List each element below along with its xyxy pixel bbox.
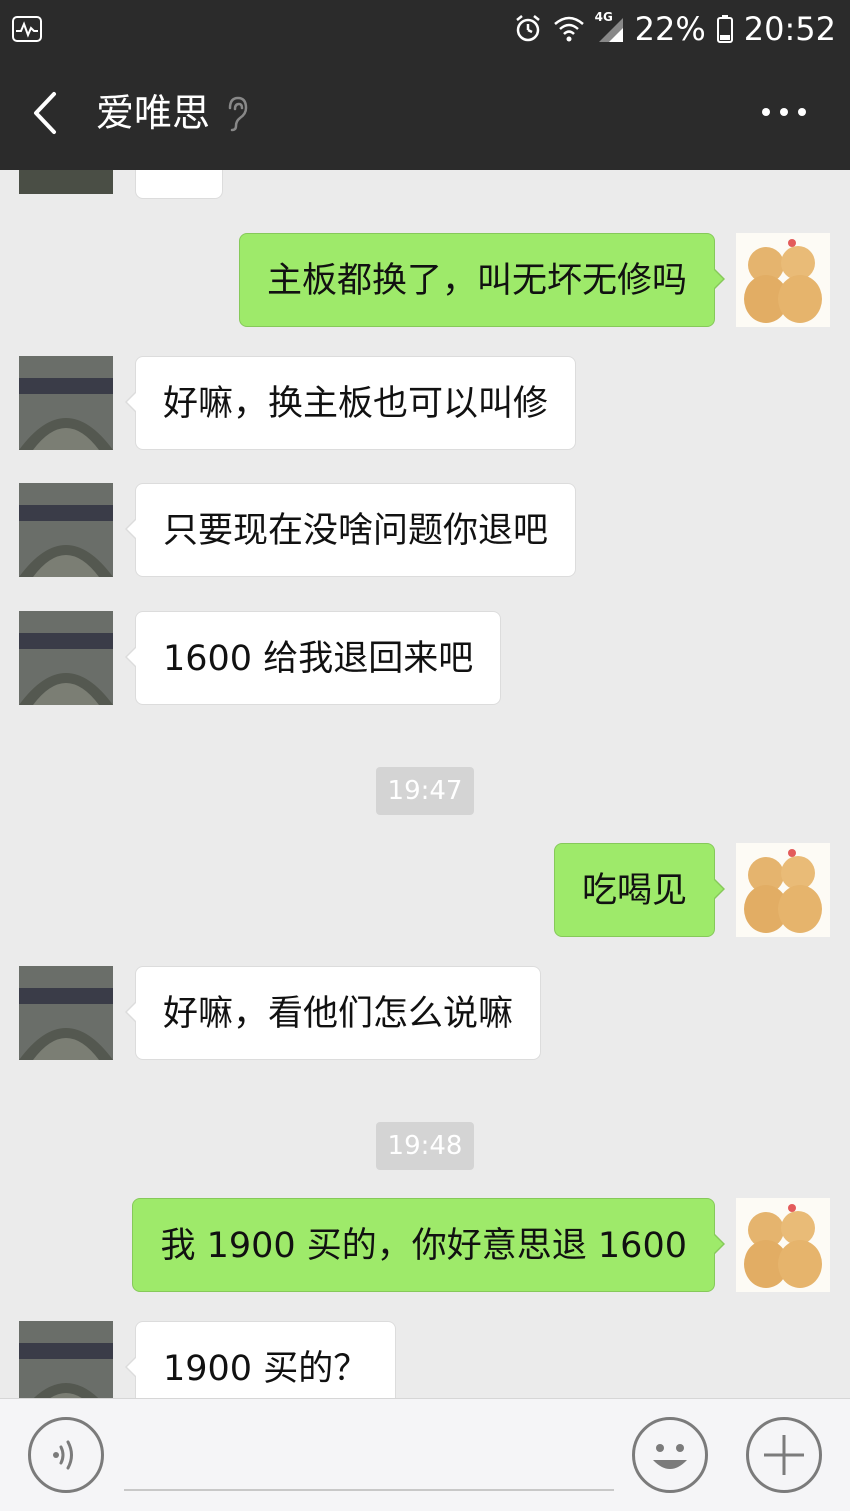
contact-avatar[interactable] (19, 170, 113, 194)
chevron-left-icon[interactable] (26, 88, 66, 138)
message-bubble-outgoing[interactable]: 主板都换了，叫无坏无修吗 (238, 233, 726, 327)
message-row (0, 170, 850, 200)
cell-signal-icon: 4G (595, 10, 625, 44)
activity-monitor-icon (12, 16, 42, 42)
battery-icon (716, 14, 734, 44)
plus-icon[interactable] (746, 1417, 822, 1493)
more-horizontal-icon[interactable] (762, 108, 806, 120)
status-bar: 4G 22% 20:52 (0, 0, 850, 58)
message-input-bar (0, 1398, 850, 1511)
my-avatar[interactable] (736, 843, 830, 937)
message-bubble-outgoing[interactable]: 吃喝见 (553, 843, 726, 937)
chat-header: 爱唯思 (0, 58, 850, 170)
message-row: 好嘛，换主板也可以叫修 (0, 356, 850, 450)
chat-title: 爱唯思 (96, 91, 211, 135)
battery-percent: 22% (634, 10, 706, 48)
message-row: 好嘛，看他们怎么说嘛 (0, 966, 850, 1060)
contact-avatar[interactable] (19, 483, 113, 577)
contact-avatar[interactable] (19, 356, 113, 450)
alarm-icon (513, 14, 543, 44)
timestamp-divider: 19:47 (376, 767, 474, 815)
message-bubble-outgoing[interactable]: 我 1900 买的，你好意思退 1600 (132, 1198, 725, 1292)
message-bubble-incoming[interactable]: 好嘛，换主板也可以叫修 (124, 356, 577, 450)
message-bubble-incoming[interactable]: 只要现在没啥问题你退吧 (124, 483, 577, 577)
chat-message-list[interactable]: 主板都换了，叫无坏无修吗 好嘛，换主板也可以叫修 只要现在没啥问题你退吧 160… (0, 170, 850, 1398)
message-bubble-incoming[interactable] (135, 170, 223, 199)
message-row: 1600 给我退回来吧 (0, 611, 850, 705)
timestamp-divider: 19:48 (376, 1122, 474, 1170)
message-row: 只要现在没啥问题你退吧 (0, 483, 850, 577)
clock-time: 20:52 (743, 10, 836, 48)
my-avatar[interactable] (736, 233, 830, 327)
voice-icon[interactable] (28, 1417, 104, 1493)
contact-avatar[interactable] (19, 611, 113, 705)
message-row: 吃喝见 (0, 843, 850, 937)
message-row: 1900 买的？ (0, 1321, 850, 1398)
message-row: 主板都换了，叫无坏无修吗 (0, 233, 850, 327)
message-row: 我 1900 买的，你好意思退 1600 (0, 1198, 850, 1292)
contact-avatar[interactable] (19, 1321, 113, 1398)
emoji-icon[interactable] (632, 1417, 708, 1493)
contact-avatar[interactable] (19, 966, 113, 1060)
my-avatar[interactable] (736, 1198, 830, 1292)
status-right-group: 4G 22% 20:52 (513, 8, 836, 50)
message-input[interactable] (124, 1419, 614, 1491)
ear-icon (222, 94, 252, 134)
message-bubble-incoming[interactable]: 好嘛，看他们怎么说嘛 (124, 966, 542, 1060)
message-bubble-incoming[interactable]: 1900 买的？ (124, 1321, 397, 1398)
message-bubble-incoming[interactable]: 1600 给我退回来吧 (124, 611, 502, 705)
wifi-icon (553, 14, 585, 44)
